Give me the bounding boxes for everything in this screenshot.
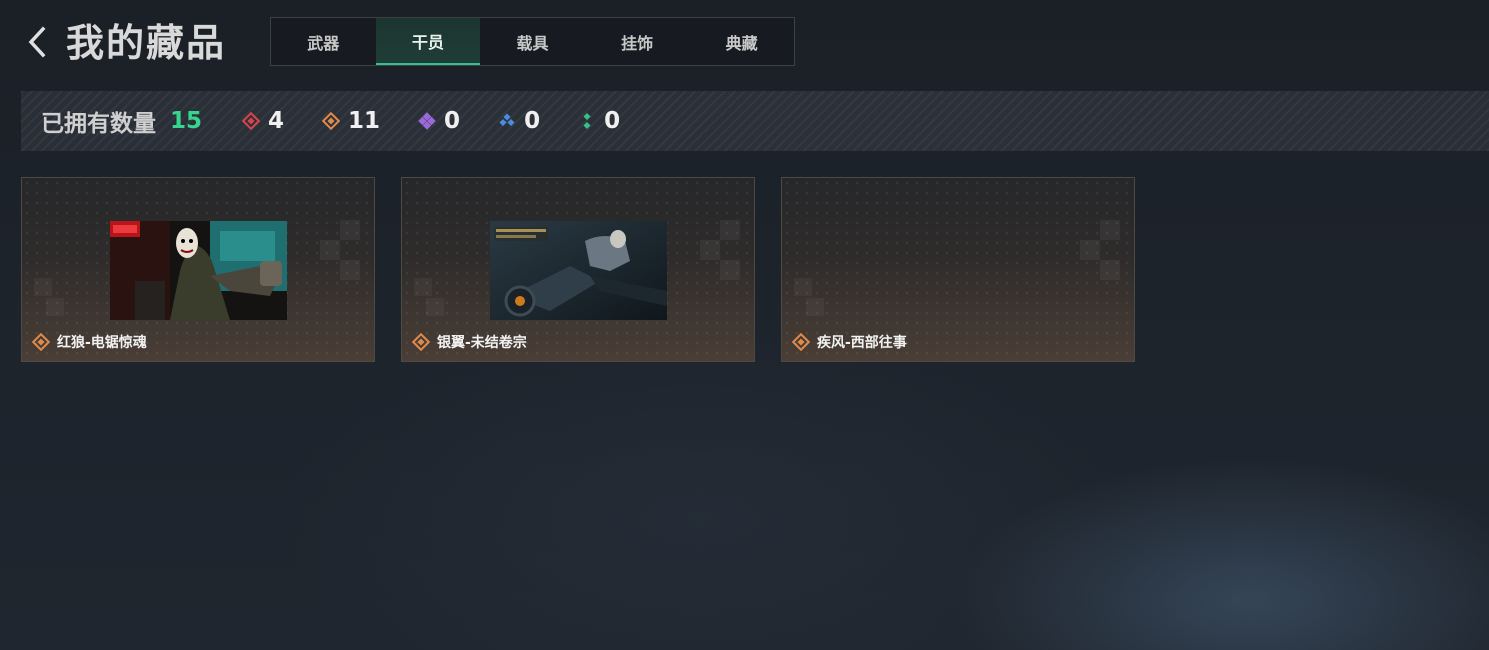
back-button[interactable] xyxy=(22,24,52,60)
skin-thumbnail-red-wolf xyxy=(110,221,287,320)
card-name: 红狼-电锯惊魂 xyxy=(57,335,147,351)
card-decoration xyxy=(414,278,444,318)
collection-card[interactable]: 疾风-西部往事 xyxy=(781,177,1135,362)
tab-charms[interactable]: 挂饰 xyxy=(585,18,690,65)
page-title: 我的藏品 xyxy=(66,21,227,65)
owned-count-total: 15 xyxy=(170,108,203,134)
orange-diamond-icon xyxy=(412,333,430,351)
collection-card[interactable]: 银翼-未结卷宗 xyxy=(401,177,755,362)
chevron-left-icon xyxy=(28,26,46,58)
skin-thumbnail-silver-wing xyxy=(490,221,667,320)
blue-diamond-icon xyxy=(499,113,515,127)
card-decoration xyxy=(700,220,740,280)
category-tabs: 武器 干员 载具 挂饰 典藏 xyxy=(270,17,795,66)
owned-count-bar: 已拥有数量 15 4 11 0 0 0 xyxy=(21,91,1489,151)
tab-operators[interactable]: 干员 xyxy=(375,18,481,65)
rarity-purple-count: 0 xyxy=(418,108,460,134)
green-dots-icon xyxy=(583,112,591,130)
card-name: 银翼-未结卷宗 xyxy=(437,335,527,351)
orange-diamond-icon xyxy=(792,333,810,351)
card-footer: 红狼-电锯惊魂 xyxy=(32,332,147,352)
tab-vehicles[interactable]: 载具 xyxy=(480,18,585,65)
rarity-orange-count: 11 xyxy=(322,108,380,134)
card-decoration xyxy=(794,278,824,318)
tab-weapons[interactable]: 武器 xyxy=(271,18,376,65)
red-diamond-icon xyxy=(242,112,261,130)
card-decoration xyxy=(1080,220,1120,280)
card-footer: 疾风-西部往事 xyxy=(792,332,907,352)
page-header: 我的藏品 武器 干员 载具 挂饰 典藏 xyxy=(0,0,1489,90)
card-name: 疾风-西部往事 xyxy=(817,335,907,351)
orange-diamond-icon xyxy=(322,112,341,130)
purple-diamond-icon xyxy=(418,112,436,130)
card-footer: 银翼-未结卷宗 xyxy=(412,332,527,352)
collection-card[interactable]: 红狼-电锯惊魂 xyxy=(21,177,375,362)
tab-collection[interactable]: 典藏 xyxy=(689,18,794,65)
card-decoration xyxy=(320,220,360,280)
rarity-blue-count: 0 xyxy=(498,108,540,134)
rarity-green-count: 0 xyxy=(578,108,620,134)
owned-count-label: 已拥有数量 xyxy=(41,111,156,137)
orange-diamond-icon xyxy=(32,333,50,351)
card-decoration xyxy=(34,278,64,318)
rarity-red-count: 4 xyxy=(242,108,284,134)
